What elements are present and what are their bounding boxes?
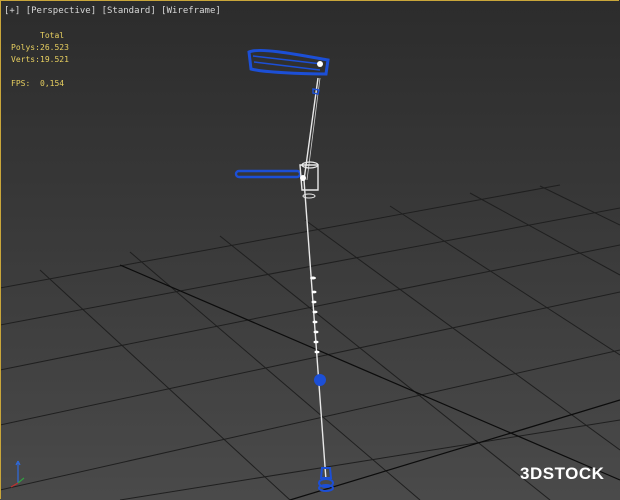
- polys-label: Polys:: [11, 43, 40, 52]
- scene-canvas[interactable]: [0, 0, 620, 500]
- viewport-plus-menu[interactable]: [+]: [4, 6, 20, 16]
- perspective-viewport[interactable]: [+] [Perspective] [Standard] [Wireframe]…: [0, 0, 620, 500]
- polys-value: 26.523: [40, 43, 69, 52]
- viewport-label: [+] [Perspective] [Standard] [Wireframe]: [4, 6, 221, 16]
- viewport-pov-menu[interactable]: [Perspective]: [26, 6, 96, 16]
- verts-label: Verts:: [11, 55, 40, 64]
- stats-header: Total: [40, 31, 65, 40]
- fps-value: 0,154: [40, 79, 65, 88]
- ground-grid: [0, 184, 620, 500]
- statistics-overlay: Total Polys: 26.523 Verts: 19.521 FPS: 0,15…: [11, 30, 69, 90]
- axis-gizmo-icon: [10, 460, 25, 488]
- viewport-display-mode-menu[interactable]: [Wireframe]: [161, 6, 221, 16]
- viewport-shading-standard-menu[interactable]: [Standard]: [102, 6, 156, 16]
- fps-label: FPS:: [11, 79, 31, 88]
- watermark-logo: 3DSTOCK: [520, 464, 605, 483]
- crutch-armrest[interactable]: [247, 48, 330, 76]
- crutch-lock-button[interactable]: [314, 374, 326, 386]
- verts-value: 19.521: [40, 55, 69, 64]
- crutch-handle[interactable]: [234, 161, 319, 199]
- crutch-model[interactable]: [234, 48, 334, 492]
